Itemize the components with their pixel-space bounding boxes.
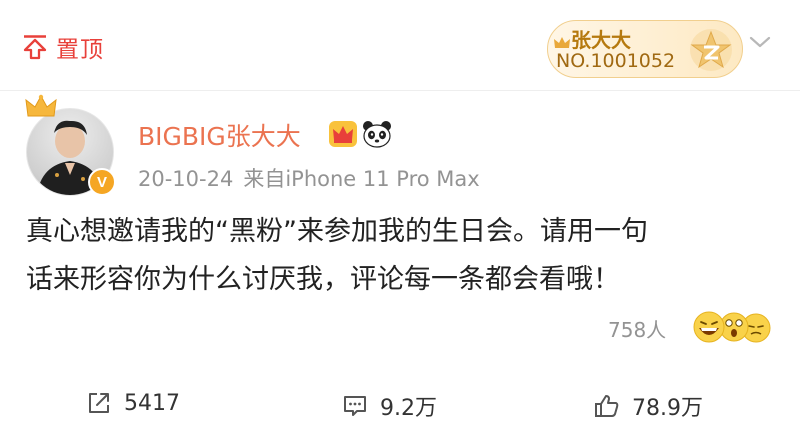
comment-icon bbox=[344, 396, 366, 416]
like-count: 78.9万 bbox=[632, 396, 703, 421]
pin-label: 置顶 bbox=[56, 37, 104, 63]
star-badge-icon bbox=[690, 29, 732, 71]
vip-crown-icon[interactable] bbox=[328, 120, 358, 148]
share-button[interactable]: 5417 bbox=[86, 390, 180, 416]
read-count: 758人 bbox=[608, 318, 667, 342]
thumbs-up-icon bbox=[595, 395, 619, 417]
author-name[interactable]: BIGBIG张大大 bbox=[138, 117, 301, 153]
comment-button[interactable]: 9.2万 bbox=[342, 390, 437, 422]
post-content: 真心想邀请我的“黑粉”来参加我的生日会。请用一句 话来形容你为什么讨厌我，评论每… bbox=[26, 208, 776, 304]
post-time: 20-10-24 bbox=[138, 167, 234, 191]
reaction-emojis-icon[interactable] bbox=[692, 310, 776, 344]
badge-crown-icon bbox=[554, 37, 570, 48]
verified-badge: V bbox=[88, 168, 116, 196]
top-bar: 置顶 张大大 NO.1001052 bbox=[0, 0, 800, 90]
action-bar: 5417 9.2万 78.9万 bbox=[0, 372, 800, 437]
pin-indicator: 置顶 bbox=[22, 30, 104, 64]
like-button[interactable]: 78.9万 bbox=[594, 390, 703, 422]
post-source: 来自iPhone 11 Pro Max bbox=[243, 167, 480, 191]
panda-icon bbox=[363, 121, 391, 148]
badge-number: NO.1001052 bbox=[556, 50, 676, 72]
share-count: 5417 bbox=[124, 390, 180, 416]
chevron-down-icon[interactable] bbox=[748, 34, 772, 50]
fan-badge[interactable]: 张大大 NO.1001052 bbox=[547, 20, 743, 78]
post-text-line: 真心想邀请我的“黑粉”来参加我的生日会。请用一句 bbox=[26, 216, 648, 247]
share-icon bbox=[89, 393, 109, 413]
post-text-line: 话来形容你为什么讨厌我，评论每一条都会看哦！ bbox=[26, 264, 620, 295]
post-meta: 20-10-24 来自iPhone 11 Pro Max bbox=[138, 163, 480, 193]
crown-icon bbox=[25, 94, 57, 117]
pin-top-icon bbox=[23, 35, 47, 60]
comment-count: 9.2万 bbox=[380, 396, 437, 421]
badge-name: 张大大 bbox=[571, 28, 631, 52]
avatar[interactable]: V bbox=[25, 94, 116, 196]
header-divider bbox=[0, 90, 800, 91]
